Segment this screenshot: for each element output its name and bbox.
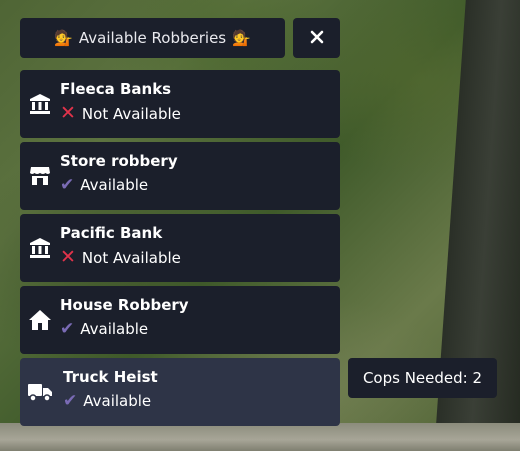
x-mark-icon: ✕	[60, 102, 76, 124]
store-icon	[28, 164, 52, 188]
status-label: Available	[83, 392, 152, 410]
robbery-item-fleeca-banks[interactable]: Fleeca Banks ✕ Not Available	[20, 70, 340, 138]
check-mark-icon: ✔	[60, 318, 75, 339]
close-button[interactable]	[293, 18, 340, 58]
house-icon	[28, 308, 52, 332]
status-label: Not Available	[81, 104, 181, 123]
robbery-title: Store robbery	[60, 152, 178, 170]
pavement	[0, 423, 520, 451]
robbery-title: House Robbery	[60, 296, 189, 314]
robbery-item-house-robbery[interactable]: House Robbery ✔ Available	[20, 286, 340, 354]
robbery-title: Pacific Bank	[60, 224, 163, 242]
robbery-item-store-robbery[interactable]: Store robbery ✔ Available	[20, 142, 340, 210]
cops-needed-tooltip: Cops Needed: 2	[348, 358, 497, 398]
bank-icon	[28, 92, 52, 116]
robbery-title: Fleeca Banks	[60, 80, 172, 98]
person-tipping-hand-icon: 💁	[232, 29, 251, 47]
robbery-status: ✔ Available	[60, 176, 148, 194]
close-icon	[310, 29, 324, 48]
robbery-title: Truck Heist	[63, 368, 158, 386]
status-label: Available	[80, 320, 149, 338]
header-title: Available Robberies	[78, 29, 227, 47]
person-tipping-hand-icon: 💁	[54, 29, 73, 47]
robbery-status: ✕ Not Available	[60, 104, 181, 123]
robberies-header: 💁 Available Robberies 💁	[20, 18, 285, 58]
status-label: Not Available	[81, 248, 181, 267]
x-mark-icon: ✕	[60, 246, 76, 268]
check-mark-icon: ✔	[63, 390, 78, 411]
robbery-status: ✔ Available	[63, 392, 151, 410]
robbery-item-pacific-bank[interactable]: Pacific Bank ✕ Not Available	[20, 214, 340, 282]
robbery-item-truck-heist[interactable]: Truck Heist ✔ Available	[20, 358, 340, 426]
check-mark-icon: ✔	[60, 174, 75, 195]
bank-icon	[28, 236, 52, 260]
status-label: Available	[80, 176, 149, 194]
robbery-status: ✔ Available	[60, 320, 148, 338]
truck-icon	[28, 380, 52, 404]
robbery-status: ✕ Not Available	[60, 248, 181, 267]
